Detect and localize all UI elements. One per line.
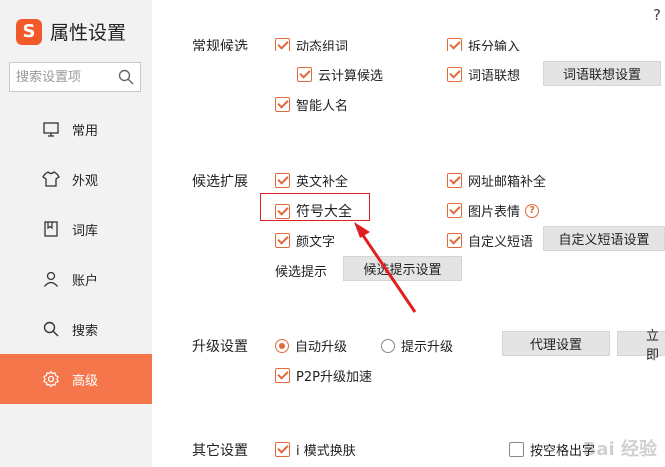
shirt-icon <box>42 171 60 187</box>
clipped-top-row: 常规候选 动态组词 拆分输入 <box>152 0 665 51</box>
dynamic-phrase-checkbox[interactable]: 动态组词 <box>275 36 348 51</box>
settings-panel: ? 常规候选 动态组词 拆分输入 云计算候选 词语联想 词语联想设置 智能人名 … <box>152 0 665 467</box>
phrase-assoc-checkbox[interactable]: 词语联想 <box>447 65 520 84</box>
search-icon <box>43 321 59 337</box>
custom-phrase-checkbox[interactable]: 自定义短语 <box>447 231 533 250</box>
sidebar-item-label: 词库 <box>72 223 99 239</box>
gear-icon <box>43 370 59 388</box>
checkbox-box[interactable] <box>297 67 312 82</box>
annotation-highlight-box <box>260 193 370 221</box>
section-title-candidate-ext: 候选扩展 <box>192 174 248 190</box>
sidebar-item-search[interactable]: 搜索 <box>0 304 152 354</box>
checkbox-box[interactable] <box>447 38 462 51</box>
auto-upgrade-radio[interactable]: 自动升级 <box>275 336 347 355</box>
english-complete-checkbox[interactable]: 英文补全 <box>275 171 348 190</box>
checkbox-box[interactable] <box>275 97 290 112</box>
monitor-icon <box>43 122 59 137</box>
user-icon <box>43 271 59 287</box>
prompt-upgrade-radio[interactable]: 提示升级 <box>381 336 453 355</box>
candidate-hint-settings-button[interactable]: 候选提示设置 <box>343 256 462 281</box>
checkbox-box[interactable] <box>275 233 290 248</box>
watermark: Bai 经验 <box>582 439 657 460</box>
sidebar-item-advanced[interactable]: 高级 <box>0 354 152 404</box>
radio-dot[interactable] <box>381 338 395 353</box>
sidebar-item-label: 外观 <box>72 173 99 189</box>
split-input-checkbox[interactable]: 拆分输入 <box>447 36 520 51</box>
sogou-logo-icon: S <box>16 18 42 45</box>
sidebar-item-appearance[interactable]: 外观 <box>0 154 152 204</box>
checkbox-box[interactable] <box>447 233 462 248</box>
sidebar-item-common[interactable]: 常用 <box>0 104 152 154</box>
custom-phrase-settings-button[interactable]: 自定义短语设置 <box>543 226 665 251</box>
sidebar-item-label: 高级 <box>72 373 99 389</box>
kaomoji-checkbox[interactable]: 颜文字 <box>275 231 335 250</box>
app-title: 属性设置 <box>50 22 127 44</box>
checkbox-box[interactable] <box>275 173 290 188</box>
section-title-upgrade: 升级设置 <box>192 339 248 355</box>
candidate-hint-label: 候选提示 <box>275 265 328 280</box>
sidebar-item-label: 搜索 <box>72 323 99 339</box>
checkbox-box[interactable] <box>275 38 290 51</box>
sidebar-item-label: 账户 <box>72 273 99 289</box>
proxy-settings-button[interactable]: 代理设置 <box>502 331 610 356</box>
section-title-other: 其它设置 <box>192 443 248 459</box>
sidebar: S 属性设置 常用 外观 词库 账户 搜索 高级 <box>0 0 152 467</box>
sidebar-item-label: 常用 <box>72 123 99 139</box>
phrase-assoc-settings-button[interactable]: 词语联想设置 <box>543 61 661 86</box>
i-mode-skin-checkbox[interactable]: i 模式换肤 <box>275 440 356 459</box>
sidebar-item-account[interactable]: 账户 <box>0 254 152 304</box>
upgrade-now-button[interactable]: 立即 <box>617 329 665 363</box>
web-email-complete-checkbox[interactable]: 网址邮箱补全 <box>447 171 546 190</box>
radio-dot[interactable] <box>275 338 289 353</box>
picture-emoji-checkbox[interactable]: 图片表情? <box>447 201 540 220</box>
checkbox-box[interactable] <box>447 67 462 82</box>
search-box[interactable] <box>9 62 141 92</box>
sidebar-item-lexicon[interactable]: 词库 <box>0 204 152 254</box>
book-icon <box>44 221 58 237</box>
checkbox-box[interactable] <box>447 173 462 188</box>
smart-name-checkbox[interactable]: 智能人名 <box>275 95 348 114</box>
checkbox-box[interactable] <box>447 203 462 218</box>
search-icon[interactable] <box>118 69 134 85</box>
info-icon[interactable]: ? <box>525 203 540 218</box>
app-header: S 属性设置 <box>16 18 126 45</box>
checkbox-box[interactable] <box>275 442 290 457</box>
checkbox-box[interactable] <box>275 368 290 383</box>
search-input[interactable] <box>16 69 116 85</box>
p2p-upgrade-checkbox[interactable]: P2P升级加速 <box>275 366 372 385</box>
cloud-candidate-checkbox[interactable]: 云计算候选 <box>297 65 383 84</box>
checkbox-box[interactable] <box>509 442 524 457</box>
section-title-conventional: 常规候选 <box>192 39 248 51</box>
